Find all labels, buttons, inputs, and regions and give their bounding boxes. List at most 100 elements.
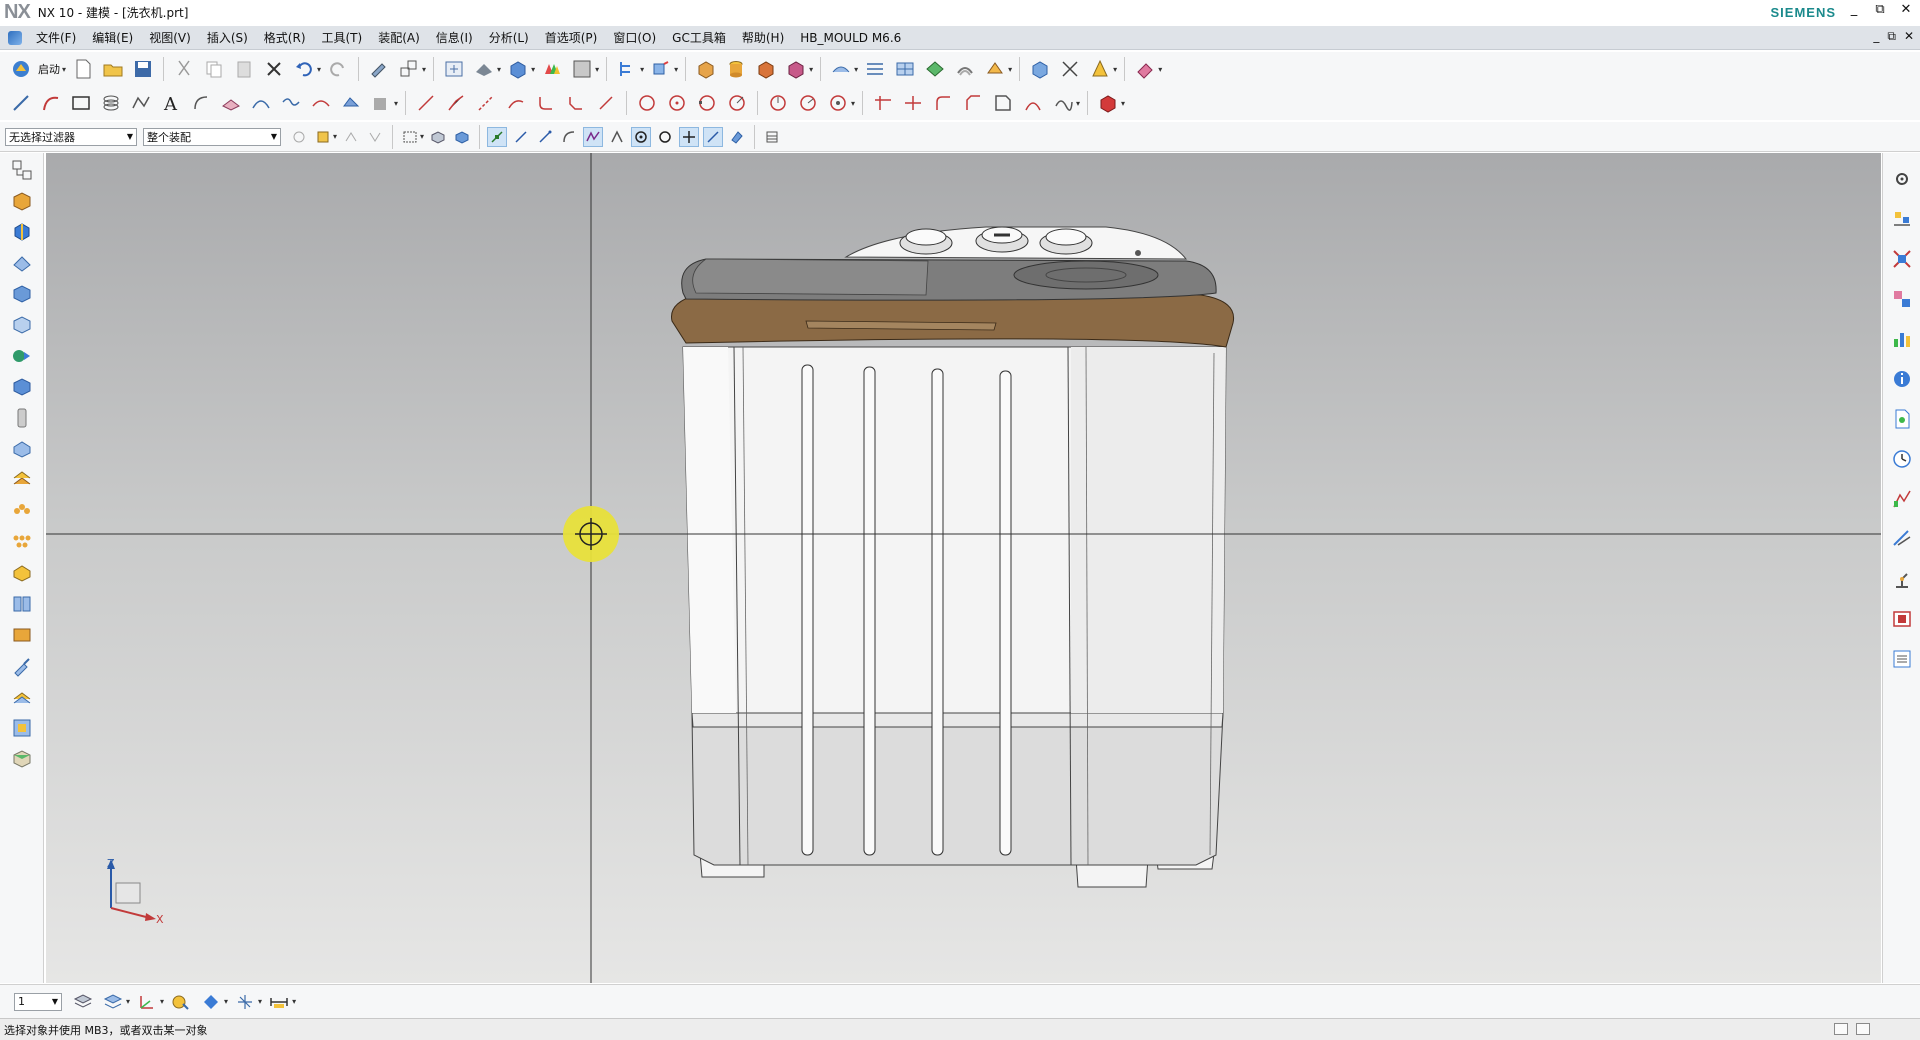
- move-face-icon[interactable]: [1027, 56, 1053, 82]
- snap-bounded-icon[interactable]: [727, 127, 747, 147]
- ellipse-dropdown-icon[interactable]: ▾: [851, 99, 855, 108]
- measure-distance-icon[interactable]: [266, 989, 292, 1015]
- divide-curve-icon[interactable]: [443, 90, 469, 116]
- add-component-icon[interactable]: [648, 56, 674, 82]
- derived-line-icon[interactable]: [1020, 90, 1046, 116]
- quick-trim-icon[interactable]: [870, 90, 896, 116]
- angle-icon[interactable]: [795, 90, 821, 116]
- text-icon[interactable]: A: [158, 90, 184, 116]
- boolean-dropdown-icon[interactable]: ▾: [809, 65, 813, 74]
- orient-dropdown-icon[interactable]: ▾: [531, 65, 535, 74]
- cylinder-icon[interactable]: [723, 56, 749, 82]
- robot-arm-icon[interactable]: [1888, 565, 1916, 593]
- reuse-library-icon[interactable]: [8, 249, 36, 277]
- surface-dropdown-icon[interactable]: ▾: [854, 65, 858, 74]
- transform-icon[interactable]: [396, 56, 422, 82]
- mold-wizard-icon[interactable]: [8, 559, 36, 587]
- arc-icon[interactable]: [38, 90, 64, 116]
- washing-machine-model[interactable]: [671, 226, 1235, 888]
- circle-tangent-icon[interactable]: [724, 90, 750, 116]
- undo-icon[interactable]: [291, 56, 317, 82]
- wcs-dropdown-icon[interactable]: ▾: [160, 997, 164, 1006]
- undo-dropdown-icon[interactable]: ▾: [317, 65, 321, 74]
- circle-center-icon[interactable]: [664, 90, 690, 116]
- select-mode-dropdown-icon[interactable]: ▾: [420, 132, 424, 141]
- color-palette-icon[interactable]: [539, 56, 565, 82]
- select-down-icon[interactable]: [365, 127, 385, 147]
- reference-set-icon[interactable]: [1888, 245, 1916, 273]
- status-window-icon[interactable]: [1834, 1023, 1848, 1035]
- book-icon[interactable]: [8, 590, 36, 618]
- start-icon[interactable]: [8, 56, 34, 82]
- draft-dropdown-icon[interactable]: ▾: [1113, 65, 1117, 74]
- make-corner-icon[interactable]: [930, 90, 956, 116]
- chamfer-curve-icon[interactable]: [563, 90, 589, 116]
- redo-icon[interactable]: [325, 56, 351, 82]
- extract-dropdown-icon[interactable]: ▾: [394, 99, 398, 108]
- parts-list-icon[interactable]: [8, 621, 36, 649]
- mold-tools-icon[interactable]: [8, 683, 36, 711]
- assembly-navigator-icon[interactable]: [614, 56, 640, 82]
- menu-edit[interactable]: 编辑(E): [84, 29, 141, 46]
- helix-icon[interactable]: [98, 90, 124, 116]
- selection-scope-select[interactable]: 整个装配 ▼: [143, 127, 281, 146]
- snap-control-icon[interactable]: [535, 127, 555, 147]
- draft-icon[interactable]: [1087, 56, 1113, 82]
- display-dropdown-icon[interactable]: ▾: [1121, 99, 1125, 108]
- trim-dropdown-icon[interactable]: ▾: [1008, 65, 1012, 74]
- swept-icon[interactable]: [922, 56, 948, 82]
- save-icon[interactable]: [130, 56, 156, 82]
- fillet-corner-icon[interactable]: [960, 90, 986, 116]
- measure-dropdown-icon[interactable]: ▾: [292, 997, 296, 1006]
- section-curve-icon[interactable]: [338, 90, 364, 116]
- menu-format[interactable]: 格式(R): [256, 29, 314, 46]
- quick-extend-icon[interactable]: [900, 90, 926, 116]
- rendering-style-icon[interactable]: [471, 56, 497, 82]
- hd3d-tools-icon[interactable]: [8, 280, 36, 308]
- sketch-icon[interactable]: [990, 90, 1016, 116]
- snap-point-on-curve-icon[interactable]: [679, 126, 700, 147]
- orient-view-icon[interactable]: [505, 56, 531, 82]
- trim-surface-icon[interactable]: [982, 56, 1008, 82]
- bridge-curve-icon[interactable]: [248, 90, 274, 116]
- assembly-navigator-tab-icon[interactable]: [8, 187, 36, 215]
- corner-curve-icon[interactable]: [593, 90, 619, 116]
- background-icon[interactable]: [569, 56, 595, 82]
- assembly-dropdown-icon[interactable]: ▾: [640, 65, 644, 74]
- snap-quadrant-icon[interactable]: [655, 127, 675, 147]
- menu-preferences[interactable]: 首选项(P): [537, 29, 606, 46]
- mold-view-icon[interactable]: [8, 745, 36, 773]
- roles-icon[interactable]: [8, 435, 36, 463]
- start-label[interactable]: 启动: [38, 61, 60, 77]
- minimize-button[interactable]: _: [1846, 2, 1862, 17]
- clock-icon[interactable]: [1888, 445, 1916, 473]
- snap-tangent-icon[interactable]: [607, 127, 627, 147]
- delete-icon[interactable]: [261, 56, 287, 82]
- type-filter-select[interactable]: 无选择过滤器 ▼: [5, 127, 137, 146]
- status-layout-icon[interactable]: [1856, 1023, 1870, 1035]
- snap-point-on-surface-icon[interactable]: [703, 126, 724, 147]
- grid-dropdown-icon[interactable]: ▾: [258, 997, 262, 1006]
- block-icon[interactable]: [693, 56, 719, 82]
- new-file-icon[interactable]: [70, 56, 96, 82]
- system-materials-icon[interactable]: [8, 373, 36, 401]
- feature-selection-dropdown-icon[interactable]: ▾: [333, 132, 337, 141]
- spline-icon[interactable]: [128, 90, 154, 116]
- rectangle-icon[interactable]: [68, 90, 94, 116]
- process-studio-icon[interactable]: [8, 404, 36, 432]
- view-orientation-icon[interactable]: [198, 989, 224, 1015]
- close-button[interactable]: ✕: [1898, 2, 1914, 17]
- general-selection-icon[interactable]: [289, 127, 309, 147]
- select-face-icon[interactable]: [452, 127, 472, 147]
- cut-icon[interactable]: [171, 56, 197, 82]
- constraint-dropdown-icon[interactable]: ▾: [1076, 99, 1080, 108]
- rectangle-select-icon[interactable]: [400, 127, 420, 147]
- measure-icon[interactable]: [1057, 56, 1083, 82]
- offset-curve-icon[interactable]: [188, 90, 214, 116]
- part-navigator-icon[interactable]: [8, 156, 36, 184]
- settings-gear-icon[interactable]: [1888, 165, 1916, 193]
- component-dropdown-icon[interactable]: ▾: [674, 65, 678, 74]
- list-icon[interactable]: [1888, 645, 1916, 673]
- join-curve-icon[interactable]: [278, 90, 304, 116]
- doc-minimize-button[interactable]: _: [1873, 29, 1879, 44]
